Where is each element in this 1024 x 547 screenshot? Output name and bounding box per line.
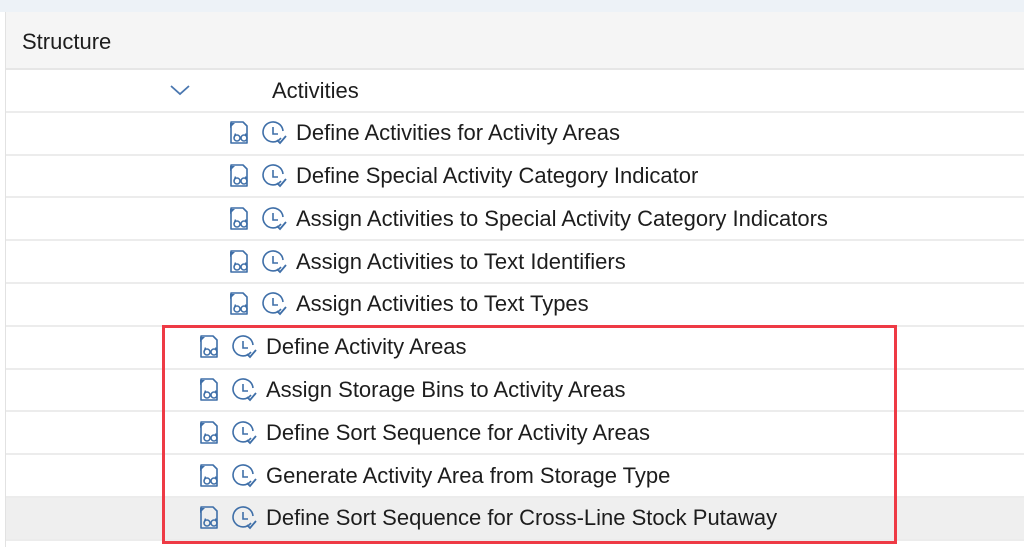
documentation-icon[interactable]: [223, 161, 253, 191]
execute-activity-icon[interactable]: [229, 503, 259, 533]
tree-item-label: Define Activities for Activity Areas: [296, 120, 621, 146]
tree-item[interactable]: Generate Activity Area from Storage Type: [6, 455, 1024, 498]
chevron-down-icon[interactable]: [169, 82, 191, 98]
tree-item-label: Generate Activity Area from Storage Type: [266, 462, 671, 488]
tree-item[interactable]: Define Sort Sequence for Cross-Line Stoc…: [6, 497, 1024, 541]
execute-activity-icon[interactable]: [229, 332, 259, 362]
tree-item-label: Assign Activities to Special Activity Ca…: [296, 205, 828, 231]
tree-node-activities[interactable]: Activities: [6, 70, 1024, 113]
documentation-icon[interactable]: [223, 204, 253, 234]
documentation-icon[interactable]: [193, 503, 223, 533]
execute-activity-icon[interactable]: [229, 418, 259, 448]
tree-item-label: Define Sort Sequence for Activity Areas: [266, 419, 650, 445]
tree-item[interactable]: Assign Activities to Special Activity Ca…: [6, 198, 1024, 242]
documentation-icon[interactable]: [193, 332, 223, 362]
structure-tree: Activities Define Activities for Activit…: [6, 70, 1024, 541]
tree-item[interactable]: Define Sort Sequence for Activity Areas: [6, 412, 1024, 456]
tree-item[interactable]: Assign Activities to Text Types: [6, 284, 1024, 327]
tree-node-label: Activities: [272, 78, 359, 103]
documentation-icon[interactable]: [193, 418, 223, 448]
documentation-icon[interactable]: [223, 289, 253, 319]
tree-item-label: Define Sort Sequence for Cross-Line Stoc…: [266, 505, 778, 531]
tree-item-label: Assign Activities to Text Identifiers: [296, 248, 626, 274]
tree-item[interactable]: Define Activities for Activity Areas: [6, 113, 1024, 156]
tree-item[interactable]: Define Activity Areas: [6, 327, 1024, 370]
tree-item-label: Define Activity Areas: [266, 334, 467, 360]
tree-item-label: Assign Storage Bins to Activity Areas: [266, 376, 626, 402]
top-strip: [0, 0, 1024, 12]
documentation-icon[interactable]: [193, 461, 223, 491]
execute-activity-icon[interactable]: [259, 118, 289, 148]
tree-item[interactable]: Assign Storage Bins to Activity Areas: [6, 370, 1024, 413]
column-header-structure: Structure: [22, 29, 112, 54]
tree-item[interactable]: Define Special Activity Category Indicat…: [6, 156, 1024, 199]
tree-item-label: Assign Activities to Text Types: [296, 291, 589, 317]
tree-item-label: Define Special Activity Category Indicat…: [296, 162, 699, 188]
execute-activity-icon[interactable]: [259, 289, 289, 319]
tree-item[interactable]: Assign Activities to Text Identifiers: [6, 241, 1024, 284]
execute-activity-icon[interactable]: [259, 204, 289, 234]
column-header: Structure: [6, 12, 1024, 70]
execute-activity-icon[interactable]: [259, 161, 289, 191]
execute-activity-icon[interactable]: [259, 247, 289, 277]
documentation-icon[interactable]: [223, 118, 253, 148]
execute-activity-icon[interactable]: [229, 461, 259, 491]
documentation-icon[interactable]: [193, 375, 223, 405]
execute-activity-icon[interactable]: [229, 375, 259, 405]
documentation-icon[interactable]: [223, 247, 253, 277]
